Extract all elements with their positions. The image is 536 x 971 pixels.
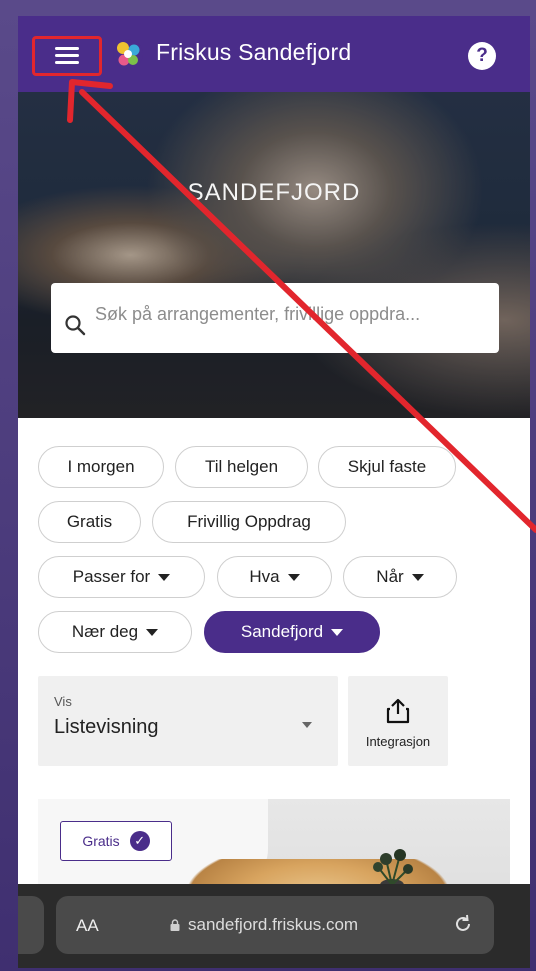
browser-address-bar: AA sandefjord.friskus.com xyxy=(18,884,530,968)
brand-title[interactable]: Friskus Sandefjord xyxy=(156,39,351,66)
chevron-down-icon xyxy=(331,628,344,636)
chip-label: Hva xyxy=(249,567,280,586)
chip-sandefjord[interactable]: Sandefjord xyxy=(204,611,380,653)
integration-button[interactable]: Integrasjon xyxy=(348,676,448,766)
chevron-down-icon xyxy=(411,573,424,581)
chip-i-morgen[interactable]: I morgen xyxy=(38,446,164,488)
chip-label: Passer for xyxy=(72,567,151,586)
text-size-button[interactable]: AA xyxy=(76,916,99,936)
hamburger-menu-icon xyxy=(55,47,79,65)
chevron-down-icon xyxy=(158,573,171,581)
screen: Friskus Sandefjord ? SANDEFJORD I morgen… xyxy=(18,16,530,968)
chip-label: Skjul faste xyxy=(347,457,427,476)
share-icon xyxy=(386,698,410,724)
chip-skjul-faste[interactable]: Skjul faste xyxy=(318,446,456,488)
url-text: sandefjord.friskus.com xyxy=(188,915,359,934)
chip-label: Frivillig Oppdrag xyxy=(187,512,311,531)
chip-label: Gratis xyxy=(66,512,113,531)
friskus-logo-icon xyxy=(113,39,143,69)
chip-naer-deg[interactable]: Nær deg xyxy=(38,611,192,653)
view-mode-label: Vis xyxy=(54,694,72,709)
chip-frivillig-oppdrag[interactable]: Frivillig Oppdrag xyxy=(152,501,346,543)
url-field[interactable]: AA sandefjord.friskus.com xyxy=(56,896,494,954)
view-mode-value: Listevisning xyxy=(54,716,159,738)
chip-label: Nær deg xyxy=(71,622,139,641)
free-badge: Gratis ✓ xyxy=(60,821,172,861)
search-input[interactable] xyxy=(95,297,491,331)
hero-overlay xyxy=(18,92,530,418)
chip-passer-for[interactable]: Passer for xyxy=(38,556,205,598)
chevron-down-icon xyxy=(146,628,159,636)
chip-label: Når xyxy=(376,567,404,586)
chevron-down-icon xyxy=(287,573,300,581)
menu-button[interactable] xyxy=(32,36,102,76)
search-icon xyxy=(65,315,86,336)
lock-icon xyxy=(170,919,180,931)
top-app-bar: Friskus Sandefjord ? xyxy=(18,16,530,92)
hero-banner: SANDEFJORD xyxy=(18,92,530,418)
view-mode-select[interactable]: Vis Listevisning xyxy=(38,676,338,766)
chip-hva[interactable]: Hva xyxy=(217,556,332,598)
previous-tab-edge[interactable] xyxy=(18,896,44,954)
dropdown-caret-icon xyxy=(302,722,312,728)
integration-label: Integrasjon xyxy=(365,734,431,749)
chip-label: I morgen xyxy=(67,457,135,476)
chip-gratis[interactable]: Gratis xyxy=(38,501,141,543)
reload-icon[interactable] xyxy=(452,913,474,935)
search-box[interactable] xyxy=(51,283,499,353)
badge-label: Gratis xyxy=(82,833,120,849)
help-button[interactable]: ? xyxy=(468,42,496,70)
hero-title: SANDEFJORD xyxy=(187,179,361,206)
chip-label: Til helgen xyxy=(204,457,279,476)
chip-nar[interactable]: Når xyxy=(343,556,457,598)
check-circle-icon: ✓ xyxy=(129,831,150,851)
chip-label: Sandefjord xyxy=(240,622,324,641)
chip-til-helgen[interactable]: Til helgen xyxy=(175,446,308,488)
